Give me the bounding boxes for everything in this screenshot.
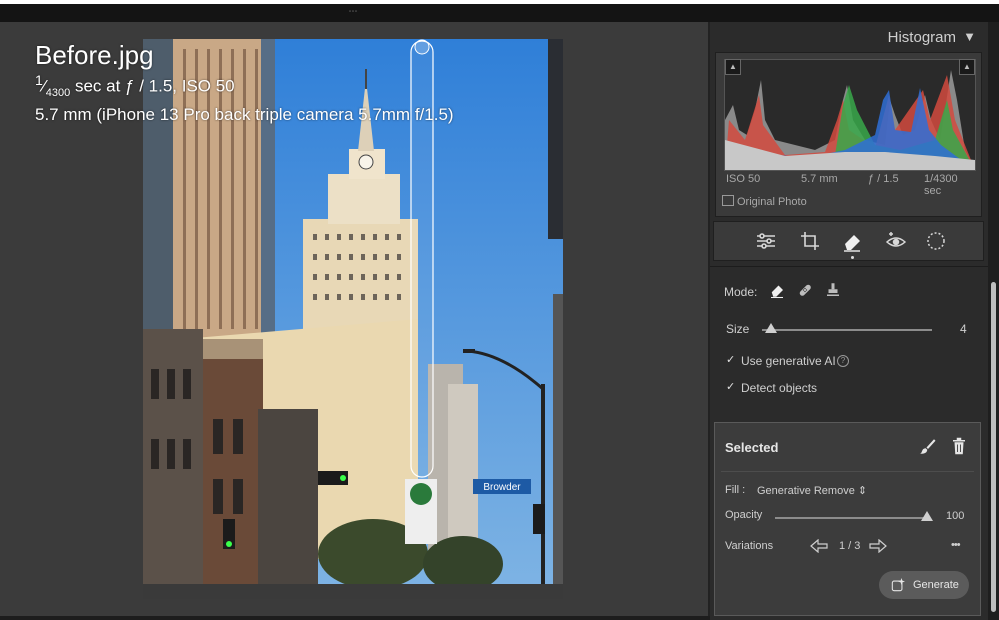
use-generative-ai-checkbox[interactable]: ✓ xyxy=(726,355,736,366)
hist-aperture: ƒ / 1.5 xyxy=(868,173,899,185)
shadow-clipping-icon[interactable]: ▲ xyxy=(725,59,741,75)
generate-button[interactable]: Generate xyxy=(879,571,969,599)
hist-iso: ISO 50 xyxy=(726,173,761,185)
active-tool-indicator xyxy=(851,256,854,259)
brush-icon[interactable] xyxy=(919,437,937,455)
red-eye-icon[interactable] xyxy=(884,229,908,253)
histogram-title: Histogram xyxy=(887,29,956,46)
generate-sparkle-icon xyxy=(891,578,905,592)
collapse-triangle-icon[interactable]: ▼ xyxy=(963,29,976,44)
exposure-text: 1⁄4300 sec at ƒ / 1.5, ISO 50 xyxy=(35,73,235,100)
opacity-value: 100 xyxy=(946,510,965,522)
exposure-numerator: 1 xyxy=(35,73,43,89)
size-slider-track[interactable] xyxy=(762,329,932,331)
help-icon[interactable]: ? xyxy=(837,355,849,367)
filename-text: Before.jpg xyxy=(35,40,154,70)
panel-grip-icon[interactable]: ⋯ xyxy=(347,7,359,16)
scrollbar-thumb[interactable] xyxy=(991,282,996,612)
original-photo-label: Original Photo xyxy=(737,196,807,208)
histogram-header[interactable]: Histogram ▼ xyxy=(710,22,988,52)
fill-value: Generative Remove xyxy=(757,485,855,497)
detect-objects-label: Detect objects xyxy=(741,381,818,395)
size-label: Size xyxy=(726,322,750,336)
trash-icon[interactable] xyxy=(951,437,967,455)
street-sign-text: Browder xyxy=(483,482,521,493)
previous-variation-icon[interactable] xyxy=(810,539,828,553)
fill-label: Fill : xyxy=(725,484,746,496)
histogram-exif: ISO 50 5.7 mm ƒ / 1.5 1/4300 sec xyxy=(726,173,974,197)
top-bar: ⋯ xyxy=(0,0,999,22)
crop-icon[interactable] xyxy=(798,229,822,253)
size-slider-thumb[interactable] xyxy=(764,323,777,333)
use-generative-ai-label: Use generative AI xyxy=(741,354,836,368)
more-options-icon[interactable]: ••• xyxy=(951,539,961,551)
info-overlay: Before.jpg 1⁄4300 sec at ƒ / 1.5, ISO 50… xyxy=(35,40,454,126)
lens-text: 5.7 mm (iPhone 13 Pro back triple camera… xyxy=(35,105,454,125)
generate-label: Generate xyxy=(913,579,959,591)
histogram-graph[interactable] xyxy=(724,59,976,171)
hist-focal: 5.7 mm xyxy=(801,173,838,185)
opacity-slider-track[interactable] xyxy=(775,517,927,519)
image-canvas[interactable]: Before.jpg 1⁄4300 sec at ƒ / 1.5, ISO 50… xyxy=(0,22,710,616)
variation-count: 1 / 3 xyxy=(839,540,861,552)
selected-separator xyxy=(721,471,974,472)
exposure-denominator: 4300 xyxy=(45,87,71,100)
selected-title: Selected xyxy=(725,440,779,455)
original-photo-checkbox[interactable] xyxy=(722,195,734,206)
tool-strip xyxy=(713,221,984,261)
variations-label: Variations xyxy=(725,540,774,552)
edit-sliders-icon[interactable] xyxy=(754,229,778,253)
panel-divider xyxy=(710,266,988,267)
exposure-rest: sec at ƒ / 1.5, ISO 50 xyxy=(74,76,235,96)
remove-eraser-icon[interactable] xyxy=(840,229,864,253)
selected-panel: Selected Fill : Generative Remove ⇕ Opac… xyxy=(714,422,981,616)
next-variation-icon[interactable] xyxy=(869,539,887,553)
mode-remove-icon[interactable] xyxy=(768,281,786,299)
histogram-curves xyxy=(725,70,975,170)
detect-objects-checkbox[interactable]: ✓ xyxy=(726,382,736,393)
mode-clone-stamp-icon[interactable] xyxy=(824,281,842,299)
masking-icon[interactable] xyxy=(924,229,948,253)
dropdown-chevron-icon: ⇕ xyxy=(857,485,868,497)
opacity-slider-thumb[interactable] xyxy=(921,511,933,521)
panel-scrollbar[interactable] xyxy=(988,22,999,620)
original-photo-toggle[interactable]: Original Photo xyxy=(722,195,807,208)
right-panel: Histogram ▼ ▲ ▲ ISO 50 5.7 mm ƒ / 1.5 1/… xyxy=(710,22,988,620)
hist-shutter: 1/4300 sec xyxy=(924,173,958,197)
histogram-panel: ▲ ▲ ISO 50 5.7 mm ƒ / 1.5 1/4300 sec Ori… xyxy=(715,52,982,217)
mode-label: Mode: xyxy=(724,285,758,299)
size-value: 4 xyxy=(960,322,967,336)
fill-dropdown[interactable]: Generative Remove ⇕ xyxy=(757,484,867,497)
window-edge xyxy=(0,0,999,4)
mode-heal-icon[interactable] xyxy=(796,281,814,299)
opacity-label: Opacity xyxy=(725,509,763,521)
highlight-clipping-icon[interactable]: ▲ xyxy=(959,59,975,75)
